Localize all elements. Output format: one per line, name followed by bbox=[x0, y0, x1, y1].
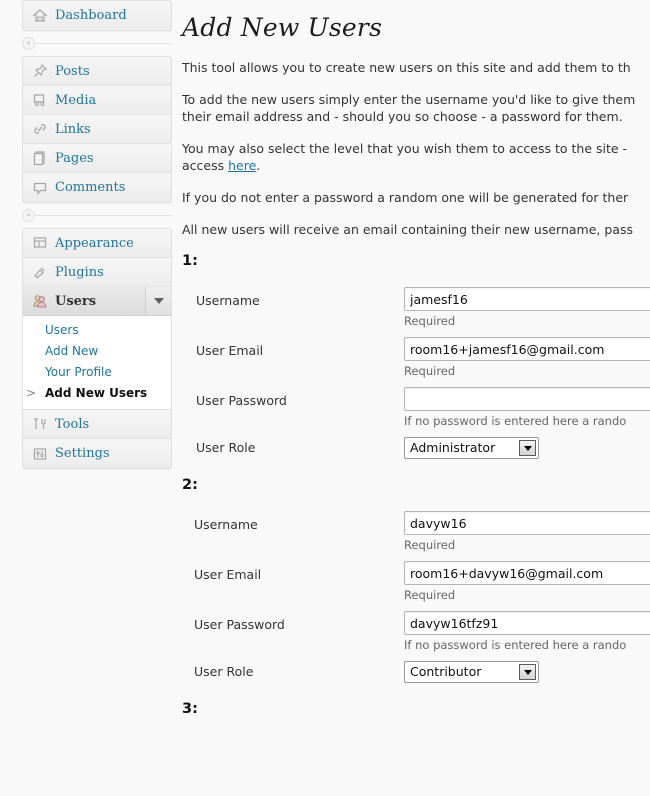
sidebar-item-label: Posts bbox=[55, 63, 90, 79]
sidebar-item-pages[interactable]: Pages bbox=[23, 144, 171, 173]
field-label-email: User Email bbox=[196, 343, 264, 358]
pin-icon bbox=[32, 63, 48, 79]
sidebar-item-label: Links bbox=[55, 121, 91, 137]
field-hint: If no password is entered here a rando bbox=[404, 638, 627, 652]
field-label-password: User Password bbox=[194, 617, 285, 632]
sidebar-item-label: Tools bbox=[55, 416, 90, 432]
role-select[interactable]: Contributor bbox=[404, 661, 539, 683]
chevron-down-icon[interactable] bbox=[145, 287, 171, 315]
sidebar-item-label: Dashboard bbox=[55, 8, 127, 23]
field-label-role: User Role bbox=[194, 664, 254, 679]
field-label-password: User Password bbox=[196, 393, 287, 408]
users-submenu: Users Add New Your Profile Add New Users bbox=[23, 316, 171, 410]
plugins-icon bbox=[32, 264, 48, 280]
user-number: 2: bbox=[182, 477, 198, 493]
pages-icon bbox=[32, 150, 48, 166]
submenu-item-users[interactable]: Users bbox=[23, 320, 171, 341]
intro-paragraph-2: To add the new users simply enter the us… bbox=[182, 92, 636, 124]
menu-group-content: Posts Media Links Pages Comments bbox=[22, 56, 172, 203]
field-hint: Required bbox=[404, 364, 456, 378]
field-row-password: User Password If no password is entered … bbox=[182, 611, 650, 655]
field-label-email: User Email bbox=[194, 567, 262, 582]
field-hint: Required bbox=[404, 314, 456, 328]
collapse-icon[interactable]: « bbox=[22, 209, 35, 222]
user-section-1: 1: Username Required User Email Required bbox=[182, 253, 650, 471]
menu-group-dashboard: Dashboard bbox=[22, 0, 172, 31]
intro-paragraph-3: You may also select the level that you w… bbox=[182, 140, 650, 174]
field-row-email: User Email Required bbox=[182, 561, 650, 605]
user-number: 1: bbox=[182, 253, 198, 269]
sidebar-item-label: Plugins bbox=[55, 264, 104, 280]
field-label-role: User Role bbox=[196, 440, 256, 455]
field-hint: If no password is entered here a rando bbox=[404, 414, 627, 428]
divider-line bbox=[34, 215, 172, 216]
page-title: Add New Users bbox=[182, 13, 383, 42]
sidebar-item-label: Users bbox=[55, 293, 97, 309]
username-input[interactable] bbox=[404, 511, 650, 535]
sidebar-item-label: Pages bbox=[55, 150, 94, 166]
divider-line bbox=[34, 43, 172, 44]
field-row-role: User Role Administrator bbox=[182, 437, 650, 471]
role-select[interactable]: Administrator bbox=[404, 437, 539, 459]
user-section-2: 2: Username Required User Email Required bbox=[182, 477, 650, 695]
email-input[interactable] bbox=[404, 337, 650, 361]
intro-paragraph-4: If you do not enter a password a random … bbox=[182, 190, 629, 205]
sidebar-item-plugins[interactable]: Plugins bbox=[23, 258, 171, 287]
sidebar-collapse-1[interactable]: « bbox=[22, 37, 172, 50]
dashboard-icon bbox=[32, 8, 48, 24]
comments-icon bbox=[32, 180, 48, 196]
collapse-icon[interactable]: « bbox=[22, 37, 35, 50]
field-label-username: Username bbox=[194, 517, 258, 532]
sidebar-item-posts[interactable]: Posts bbox=[23, 57, 171, 86]
wordpress-admin-screen: Dashboard « Posts Media Links Pages Comm… bbox=[0, 0, 650, 796]
chevron-down-icon[interactable] bbox=[519, 664, 536, 680]
users-icon bbox=[32, 293, 48, 309]
field-hint: Required bbox=[404, 588, 456, 602]
user-section-3: 3: bbox=[182, 701, 650, 717]
link-icon bbox=[32, 121, 48, 137]
field-row-username: Username Required bbox=[182, 511, 650, 555]
main-content: Add New Users This tool allows you to cr… bbox=[178, 0, 650, 796]
user-number: 3: bbox=[182, 701, 198, 717]
sidebar-item-label: Settings bbox=[55, 446, 110, 461]
settings-icon bbox=[32, 446, 48, 462]
appearance-icon bbox=[32, 235, 48, 251]
sidebar-item-label: Comments bbox=[55, 180, 126, 195]
password-input[interactable] bbox=[404, 387, 650, 411]
password-input[interactable] bbox=[404, 611, 650, 635]
field-row-role: User Role Contributor bbox=[182, 661, 650, 695]
submenu-item-your-profile[interactable]: Your Profile bbox=[23, 362, 171, 383]
field-row-email: User Email Required bbox=[182, 337, 650, 381]
field-hint: Required bbox=[404, 538, 456, 552]
intro-paragraph-5: All new users will receive an email cont… bbox=[182, 222, 633, 237]
username-input[interactable] bbox=[404, 287, 650, 311]
field-row-username: Username Required bbox=[182, 287, 650, 331]
intro-paragraph-3-suffix: . bbox=[256, 158, 261, 173]
tools-icon bbox=[32, 416, 48, 432]
sidebar-item-links[interactable]: Links bbox=[23, 115, 171, 144]
submenu-item-add-new-users[interactable]: Add New Users bbox=[23, 383, 171, 404]
chevron-down-icon[interactable] bbox=[519, 440, 536, 456]
sidebar-collapse-2[interactable]: « bbox=[22, 209, 172, 222]
sidebar-item-users[interactable]: Users bbox=[23, 287, 171, 316]
field-label-username: Username bbox=[196, 293, 260, 308]
sidebar-item-settings[interactable]: Settings bbox=[23, 439, 171, 468]
email-input[interactable] bbox=[404, 561, 650, 585]
media-icon bbox=[32, 92, 48, 108]
sidebar-item-tools[interactable]: Tools bbox=[23, 410, 171, 439]
sidebar-item-dashboard[interactable]: Dashboard bbox=[23, 1, 171, 30]
field-row-password: User Password If no password is entered … bbox=[182, 387, 650, 431]
sidebar-item-media[interactable]: Media bbox=[23, 86, 171, 115]
sidebar-item-appearance[interactable]: Appearance bbox=[23, 229, 171, 258]
sidebar-item-label: Media bbox=[55, 92, 97, 108]
menu-group-admin: Appearance Plugins Users Users Add New Y… bbox=[22, 228, 172, 469]
admin-sidebar: Dashboard « Posts Media Links Pages Comm… bbox=[0, 0, 178, 796]
sidebar-item-label: Appearance bbox=[55, 235, 134, 251]
submenu-item-add-new[interactable]: Add New bbox=[23, 341, 171, 362]
sidebar-item-comments[interactable]: Comments bbox=[23, 173, 171, 202]
here-link[interactable]: here bbox=[228, 158, 256, 173]
intro-paragraph-1: This tool allows you to create new users… bbox=[182, 60, 631, 75]
